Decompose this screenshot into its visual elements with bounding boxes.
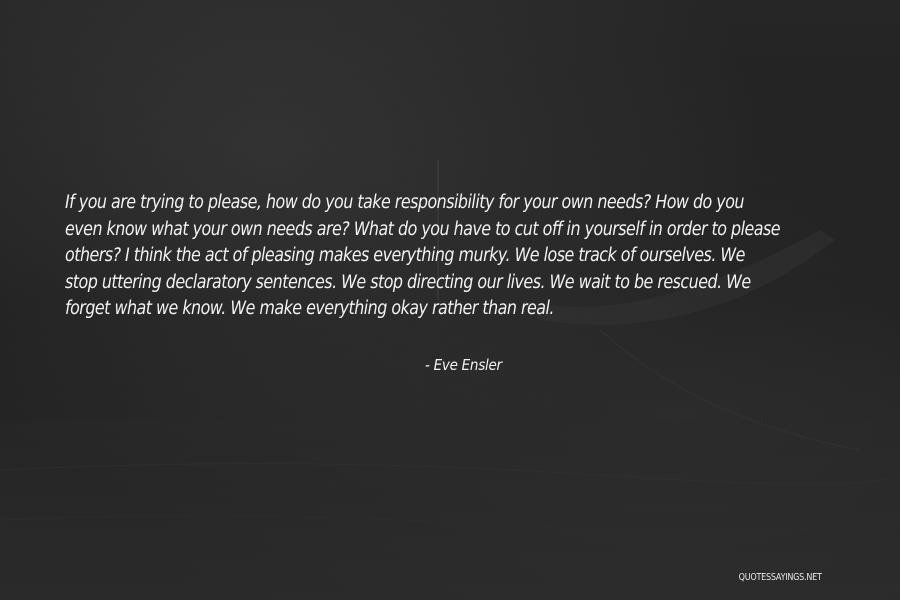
site-watermark: QUOTESSAYINGS.NET [738,572,822,583]
quote-line-2: even know what your own needs are? What … [65,218,781,240]
quote-text: If you are trying to please, how do you … [65,190,781,323]
quote-line-4: stop uttering declaratory sentences. We … [65,271,751,293]
quote-line-3: others? I think the act of pleasing make… [65,245,745,266]
quote-line-1: If you are trying to please, how do you … [65,192,745,213]
quote-line-5: forget what we know. We make everything … [65,298,554,319]
quote-author: - Eve Ensler [425,356,502,374]
